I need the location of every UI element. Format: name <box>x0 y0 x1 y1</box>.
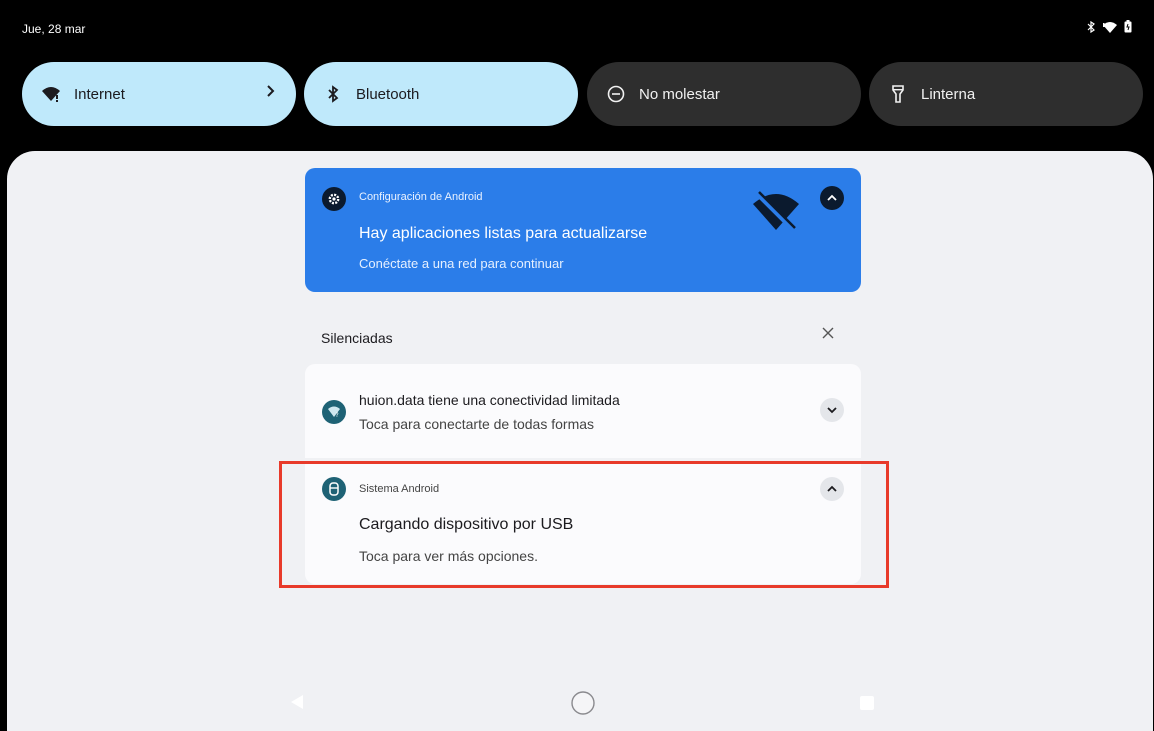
notification-app-name: Configuración de Android <box>359 191 483 203</box>
tile-label: No molestar <box>639 85 720 103</box>
wifi-question-icon: ? <box>322 400 346 424</box>
tile-label: Internet <box>74 85 125 103</box>
bluetooth-icon <box>322 83 344 105</box>
usb-icon <box>322 477 346 501</box>
notification-text: Conéctate a una red para continuar <box>359 256 564 271</box>
wifi-off-icon <box>751 190 801 237</box>
notification-title: Hay aplicaciones listas para actualizars… <box>359 225 648 242</box>
notification-app-name: Sistema Android <box>359 483 440 495</box>
quick-settings-tiles: Internet Bluetooth No molestar Linterna <box>22 62 1143 126</box>
notification-title: huion.data tiene una conectividad limita… <box>359 392 620 408</box>
notification-wifi-limited[interactable]: ? huion.data tiene una conectividad limi… <box>305 364 861 458</box>
section-silenciadas-label: Silenciadas <box>321 330 393 346</box>
tile-no-molestar[interactable]: No molestar <box>587 62 861 126</box>
navigation-bar <box>0 686 1154 722</box>
wifi-icon <box>1102 21 1118 33</box>
status-bar: Jue, 28 mar <box>0 0 1154 60</box>
notification-text: Toca para ver más opciones. <box>359 548 538 564</box>
back-icon[interactable] <box>290 694 304 715</box>
notification-text: Toca para conectarte de todas formas <box>359 416 595 432</box>
notification-android-settings[interactable]: Configuración de Android Hay aplicacione… <box>305 168 861 292</box>
close-icon[interactable] <box>822 326 834 344</box>
battery-icon <box>1124 20 1132 33</box>
notification-usb-charging[interactable]: Sistema Android Cargando dispositivo por… <box>305 462 861 584</box>
do-not-disturb-icon <box>605 83 627 105</box>
status-date: Jue, 28 mar <box>22 22 86 36</box>
chevron-right-icon <box>266 84 276 103</box>
tile-label: Linterna <box>921 85 976 103</box>
wifi-icon <box>40 83 62 105</box>
tile-linterna[interactable]: Linterna <box>869 62 1143 126</box>
collapse-button[interactable] <box>820 477 844 501</box>
expand-button[interactable] <box>820 398 844 422</box>
status-icons <box>1086 20 1132 33</box>
collapse-button[interactable] <box>820 186 844 210</box>
home-icon[interactable] <box>570 690 596 721</box>
bluetooth-icon <box>1086 20 1096 33</box>
tile-internet[interactable]: Internet <box>22 62 296 126</box>
flashlight-icon <box>887 83 909 105</box>
notification-title: Cargando dispositivo por USB <box>359 516 574 533</box>
svg-text:?: ? <box>336 412 339 418</box>
settings-gear-icon <box>322 187 346 211</box>
tile-label: Bluetooth <box>356 85 420 103</box>
tile-bluetooth[interactable]: Bluetooth <box>304 62 578 126</box>
recents-icon[interactable] <box>860 696 874 710</box>
